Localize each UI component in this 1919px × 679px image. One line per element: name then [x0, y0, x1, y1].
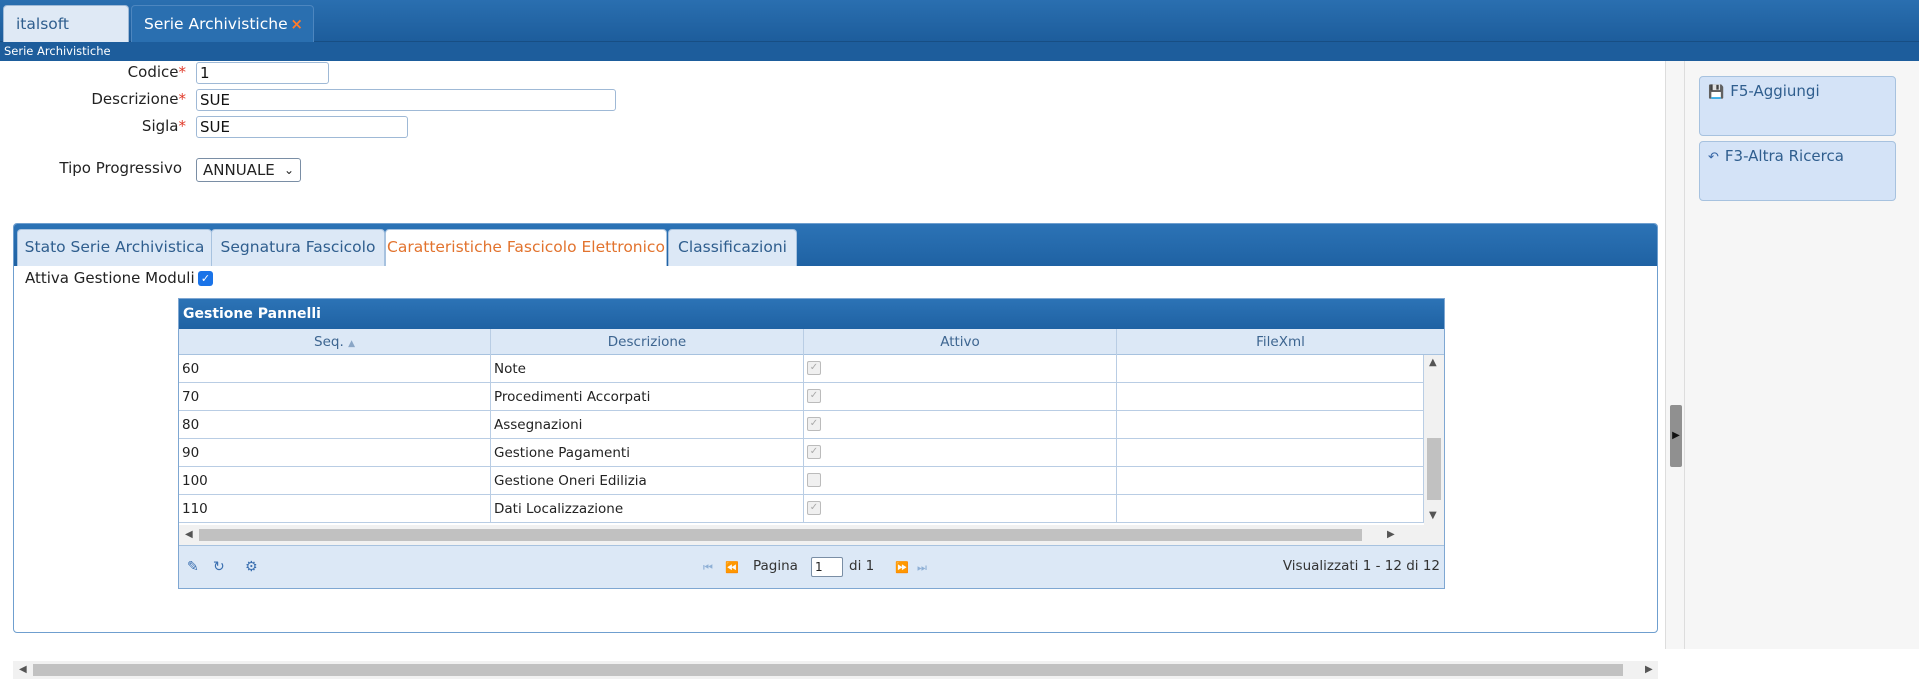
attiva-gestione-checkbox[interactable]: ✓	[198, 271, 213, 286]
attivo-checkbox[interactable]: ✓	[807, 445, 821, 459]
attivo-checkbox[interactable]: ✓	[807, 389, 821, 403]
aggiungi-button[interactable]: 💾 F5-Aggiungi	[1699, 76, 1896, 136]
undo-icon: ↶	[1708, 150, 1719, 165]
edit-icon[interactable]: ✎	[187, 559, 199, 575]
scroll-right-icon[interactable]: ▶	[1387, 529, 1395, 540]
cell-attivo: ✓	[804, 355, 1117, 383]
cell-filexml	[1117, 439, 1424, 467]
page-total: di 1	[849, 558, 875, 574]
cell-descrizione: Dati Localizzazione	[491, 495, 804, 523]
attivo-checkbox[interactable]: ✓	[807, 361, 821, 375]
tab-serie-archivistiche[interactable]: Serie Archivistiche ×	[131, 5, 314, 42]
scroll-down-icon[interactable]: ▼	[1429, 510, 1437, 521]
expand-arrow-icon[interactable]: ▶	[1670, 405, 1682, 467]
column-header-descrizione[interactable]: Descrizione	[491, 329, 804, 355]
cell-descrizione: Assegnazioni	[491, 411, 804, 439]
scroll-up-icon[interactable]: ▲	[1429, 357, 1437, 368]
table-row[interactable]: 60 Note ✓	[179, 355, 1424, 383]
sigla-field[interactable]: SUE	[196, 116, 408, 138]
codice-field[interactable]: 1	[196, 62, 329, 84]
cell-filexml	[1117, 495, 1424, 523]
table-row[interactable]: 70 Procedimenti Accorpati ✓	[179, 383, 1424, 411]
table-row[interactable]: 80 Assegnazioni ✓	[179, 411, 1424, 439]
last-page-icon[interactable]: ⏭	[917, 561, 927, 575]
table-row[interactable]: 100 Gestione Oneri Edilizia	[179, 467, 1424, 495]
records-summary: Visualizzati 1 - 12 di 12	[1282, 558, 1440, 574]
scroll-left-icon[interactable]: ◀	[185, 529, 193, 540]
cell-seq: 90	[179, 439, 491, 467]
cell-seq: 80	[179, 411, 491, 439]
first-page-icon[interactable]: ⏮	[703, 561, 713, 575]
gestione-pannelli-grid: Gestione Pannelli Seq. ▲ Descrizione Att…	[178, 298, 1445, 589]
main-content: Codice* 1 Descrizione* SUE Sigla* SUE Ti…	[0, 61, 1665, 679]
gear-icon[interactable]: ⚙	[245, 559, 258, 575]
page-label: Pagina	[753, 558, 798, 574]
page-input[interactable]: 1	[811, 557, 843, 577]
cell-descrizione: Gestione Oneri Edilizia	[491, 467, 804, 495]
cell-descrizione: Gestione Pagamenti	[491, 439, 804, 467]
tab-italsoft-home[interactable]: italsoft Home	[3, 5, 129, 69]
save-icon: 💾	[1708, 85, 1725, 100]
chevron-down-icon: ⌄	[283, 163, 294, 177]
table-row[interactable]: 110 Dati Localizzazione ✓	[179, 495, 1424, 523]
cell-attivo: ✓	[804, 439, 1117, 467]
cell-attivo: ✓	[804, 495, 1117, 523]
sort-icon: ▲	[348, 339, 355, 349]
codice-label: Codice*	[127, 63, 186, 81]
cell-filexml	[1117, 383, 1424, 411]
column-header-attivo[interactable]: Attivo	[804, 329, 1117, 355]
cell-descrizione: Procedimenti Accorpati	[491, 383, 804, 411]
tab-segnatura-fascicolo[interactable]: Segnatura Fascicolo	[211, 229, 385, 266]
top-tab-bar: italsoft Home Serie Archivistiche ×	[0, 0, 1919, 69]
grid-pager: ✎ ↻ ⚙ ⏮ ⏪ Pagina 1 di 1 ⏩ ⏭ Visualizzati…	[179, 545, 1444, 588]
cell-attivo	[804, 467, 1117, 495]
next-page-icon[interactable]: ⏩	[895, 561, 909, 574]
cell-seq: 100	[179, 467, 491, 495]
scroll-thumb[interactable]	[199, 529, 1362, 541]
cell-seq: 60	[179, 355, 491, 383]
cell-filexml	[1117, 411, 1424, 439]
vertical-scrollbar[interactable]: ▲ ▼	[1424, 355, 1444, 525]
tab-caratteristiche-fascicolo[interactable]: Caratteristiche Fascicolo Elettronico	[385, 229, 667, 266]
prev-page-icon[interactable]: ⏪	[725, 561, 739, 574]
tab-label: Serie Archivistiche	[144, 15, 288, 33]
cell-seq: 70	[179, 383, 491, 411]
table-row[interactable]: 90 Gestione Pagamenti ✓	[179, 439, 1424, 467]
tipo-progressivo-label: Tipo Progressivo	[59, 159, 182, 177]
panel-horizontal-scrollbar[interactable]: ◀ ▶	[13, 661, 1658, 679]
attivo-checkbox[interactable]: ✓	[807, 501, 821, 515]
scroll-thumb[interactable]	[1427, 438, 1441, 500]
tipo-progressivo-select[interactable]: ANNUALE ⌄	[196, 158, 301, 182]
tab-stato-serie[interactable]: Stato Serie Archivistica	[17, 229, 212, 266]
descrizione-label: Descrizione*	[91, 90, 186, 108]
column-header-seq[interactable]: Seq. ▲	[179, 329, 491, 355]
cell-seq: 110	[179, 495, 491, 523]
column-header-filexml[interactable]: FileXml	[1117, 329, 1444, 355]
attivo-checkbox[interactable]: ✓	[807, 417, 821, 431]
sigla-label: Sigla*	[141, 117, 186, 135]
cell-descrizione: Note	[491, 355, 804, 383]
side-splitter: ▶	[1665, 61, 1685, 649]
cell-filexml	[1117, 355, 1424, 383]
descrizione-field[interactable]: SUE	[196, 89, 616, 111]
cell-filexml	[1117, 467, 1424, 495]
attiva-gestione-label: Attiva Gestione Moduli	[25, 269, 195, 287]
scroll-right-icon[interactable]: ▶	[1645, 664, 1653, 675]
scroll-thumb[interactable]	[33, 664, 1623, 676]
grid-title: Gestione Pannelli	[179, 299, 1444, 329]
horizontal-scrollbar[interactable]: ◀ ▶	[179, 525, 1444, 545]
refresh-icon[interactable]: ↻	[213, 559, 225, 575]
attivo-checkbox[interactable]	[807, 473, 821, 487]
altra-ricerca-button[interactable]: ↶ F3-Altra Ricerca	[1699, 141, 1896, 201]
close-icon[interactable]: ×	[290, 6, 303, 42]
tab-classificazioni[interactable]: Classificazioni	[668, 229, 797, 266]
cell-attivo: ✓	[804, 383, 1117, 411]
breadcrumb: Serie Archivistiche	[0, 42, 1919, 61]
tab-strip: Stato Serie Archivistica Segnatura Fasci…	[14, 224, 1657, 266]
grid-header: Seq. ▲ Descrizione Attivo FileXml	[179, 329, 1444, 355]
cell-attivo: ✓	[804, 411, 1117, 439]
action-panel: 💾 F5-Aggiungi ↶ F3-Altra Ricerca	[1685, 61, 1919, 649]
scroll-left-icon[interactable]: ◀	[19, 664, 27, 675]
